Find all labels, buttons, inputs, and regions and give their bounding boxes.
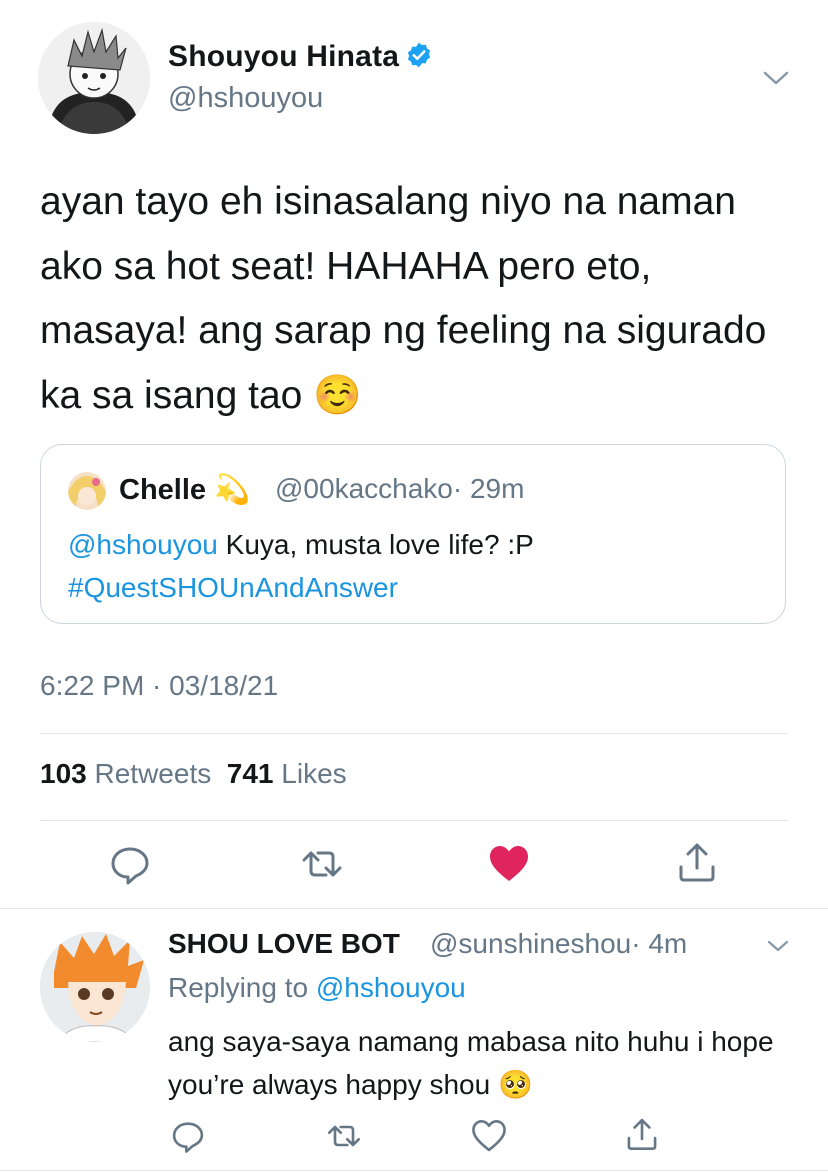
tweet-stats: 103 Retweets 741 Likes: [40, 758, 347, 790]
reply-author-handle[interactable]: @sunshineshou: [430, 928, 631, 959]
reply-author-meta: @sunshineshou· 4m: [430, 928, 687, 960]
dizzy-icon: 💫: [214, 474, 251, 506]
author-name-text[interactable]: Shouyou Hinata: [168, 40, 399, 73]
reply-author-name[interactable]: SHOU LOVE BOT: [168, 928, 400, 960]
likes-count[interactable]: 741: [227, 758, 274, 789]
quoted-author-handle: @00kacchako: [275, 473, 453, 504]
replying-to-label: Replying to: [168, 972, 309, 1003]
divider: [0, 1170, 828, 1171]
quoted-tweet[interactable]: Chelle 💫 @00kacchako· 29m @hshouyou Kuya…: [40, 444, 786, 624]
quoted-author-name[interactable]: Chelle 💫: [119, 473, 250, 507]
tweet-timestamp[interactable]: 6:22 PM · 03/18/21: [40, 670, 278, 702]
pleading-face-icon: 🥺: [497, 1069, 533, 1100]
reply-icon[interactable]: [108, 842, 152, 886]
smiling-face-icon: ☺️: [313, 373, 362, 417]
divider: [0, 908, 828, 909]
reply-time[interactable]: · 4m: [631, 928, 687, 959]
quoted-hashtag-link[interactable]: #QuestSHOUnAndAnswer: [68, 572, 398, 603]
retweets-label[interactable]: Retweets: [95, 758, 212, 789]
retweets-stat[interactable]: 103 Retweets: [40, 758, 211, 789]
retweets-count[interactable]: 103: [40, 758, 87, 789]
reply-body: ang saya-saya namang mabasa nito huhu i …: [168, 1026, 774, 1100]
retweet-icon[interactable]: [326, 1118, 362, 1154]
quoted-author-meta: @00kacchako· 29m: [275, 473, 524, 505]
chevron-down-icon[interactable]: [766, 938, 790, 954]
quoted-author-name-text[interactable]: Chelle: [119, 474, 206, 506]
share-icon[interactable]: [624, 1116, 660, 1152]
likes-stat[interactable]: 741 Likes: [227, 758, 347, 789]
likes-label[interactable]: Likes: [281, 758, 346, 789]
verified-badge-icon: [405, 41, 433, 77]
tweet-text: ayan tayo eh isinasalang niyo na naman a…: [40, 170, 800, 428]
author-avatar[interactable]: [38, 22, 150, 134]
heart-icon[interactable]: [487, 842, 531, 886]
reply-icon[interactable]: [170, 1118, 206, 1154]
quoted-time: · 29m: [452, 473, 525, 504]
share-icon[interactable]: [675, 840, 719, 884]
heart-icon[interactable]: [471, 1118, 507, 1154]
divider: [40, 820, 788, 821]
author-name[interactable]: Shouyou Hinata: [168, 40, 433, 77]
tweet-body: ayan tayo eh isinasalang niyo na naman a…: [40, 180, 767, 417]
replying-to: Replying to @hshouyou: [168, 972, 466, 1004]
quoted-mention-link[interactable]: @hshouyou: [68, 529, 218, 560]
quoted-body: Kuya, musta love life? :P: [217, 529, 534, 560]
author-handle[interactable]: @hshouyou: [168, 82, 323, 115]
quoted-author-avatar[interactable]: [68, 472, 106, 510]
reply-text: ang saya-saya namang mabasa nito huhu i …: [168, 1020, 798, 1106]
quoted-text: @hshouyou Kuya, musta love life? :P #Que…: [68, 523, 768, 609]
replying-to-link[interactable]: @hshouyou: [316, 972, 466, 1003]
reply-author-avatar[interactable]: [40, 932, 150, 1042]
retweet-icon[interactable]: [300, 842, 344, 886]
divider: [40, 733, 788, 734]
chevron-down-icon[interactable]: [762, 68, 790, 88]
